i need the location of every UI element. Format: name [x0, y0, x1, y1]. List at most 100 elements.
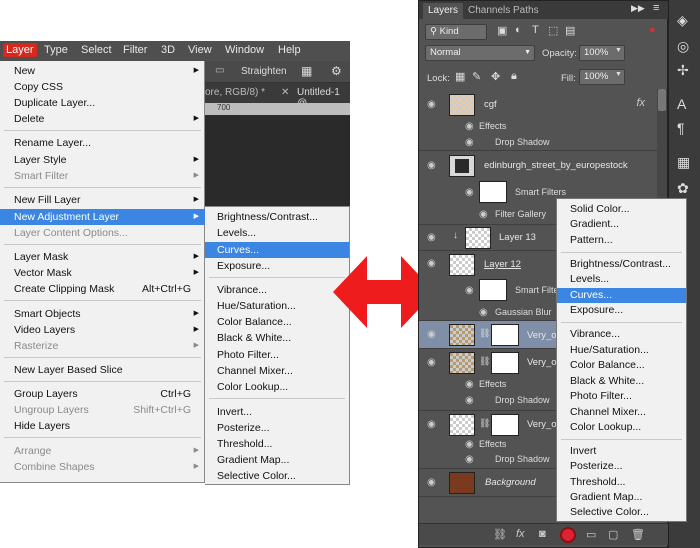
- new-adjustment-layer-icon[interactable]: [560, 527, 576, 543]
- smart-object-filter-icon[interactable]: ▤: [565, 24, 575, 37]
- menu-item-new-adjustment-layer[interactable]: New Adjustment Layer ▶: [0, 209, 205, 225]
- scrollbar-thumb[interactable]: [658, 89, 666, 111]
- chevron-down-icon[interactable]: ▼: [615, 47, 622, 54]
- eye-icon[interactable]: ◉: [465, 121, 474, 132]
- menu-item-new-layer-based-slice[interactable]: New Layer Based Slice: [0, 362, 205, 378]
- new-group-icon[interactable]: ▭: [586, 528, 596, 541]
- menu-item-delete[interactable]: Delete ▶: [0, 111, 205, 127]
- paragraph-icon[interactable]: ¶: [677, 120, 685, 136]
- popup-item-pattern[interactable]: Pattern...: [557, 233, 686, 248]
- eye-icon[interactable]: ◉: [427, 477, 436, 488]
- popup-item-selective-color[interactable]: Selective Color...: [557, 505, 686, 520]
- lock-transparent-icon[interactable]: ▦: [455, 70, 465, 83]
- adjustment-filter-icon[interactable]: ◐: [515, 24, 522, 36]
- smart-filter-mask[interactable]: [479, 181, 507, 203]
- type-filter-icon[interactable]: T: [532, 24, 539, 36]
- popup-item-vibrance[interactable]: Vibrance...: [557, 327, 686, 342]
- popup-item-hue-saturation[interactable]: Hue/Saturation...: [557, 343, 686, 358]
- add-style-icon[interactable]: fx: [516, 528, 525, 540]
- menu-item-create-clipping-mask[interactable]: Create Clipping Mask Alt+Ctrl+G: [0, 281, 205, 297]
- menu-item-rename-layer[interactable]: Rename Layer...: [0, 135, 205, 151]
- layer-row-cgf[interactable]: ◉ cgf fx ◉ Effects ◉ Drop Shadow: [419, 89, 657, 151]
- menu-item-new[interactable]: New ▶: [0, 63, 205, 79]
- popup-item-solid-color[interactable]: Solid Color...: [557, 202, 686, 217]
- menu-help[interactable]: Help: [278, 44, 301, 56]
- lock-pixels-icon[interactable]: ✎: [472, 70, 481, 83]
- lock-position-icon[interactable]: ✥: [491, 70, 500, 83]
- collapse-icon[interactable]: ▶▶: [631, 3, 645, 14]
- menu-item-layer-mask[interactable]: Layer Mask ▶: [0, 249, 205, 265]
- submenu-item-channel-mixer[interactable]: Channel Mixer...: [205, 363, 349, 379]
- eye-icon[interactable]: ◉: [465, 285, 474, 296]
- lock-all-icon[interactable]: 🔒︎: [511, 70, 517, 83]
- menu-3d[interactable]: 3D: [161, 44, 175, 56]
- chevron-down-icon[interactable]: ▼: [615, 71, 622, 78]
- eye-icon[interactable]: ◉: [427, 329, 436, 340]
- link-icon[interactable]: ⛓: [479, 418, 490, 429]
- eye-icon[interactable]: ◉: [465, 137, 474, 148]
- paths-icon[interactable]: ✢: [677, 62, 689, 79]
- kind-filter-select[interactable]: ⚲ Kind: [425, 24, 487, 40]
- menu-item-video-layers[interactable]: Video Layers ▶: [0, 322, 205, 338]
- popup-item-brightness-contrast[interactable]: Brightness/Contrast...: [557, 257, 686, 272]
- panel-menu-icon[interactable]: ≡: [653, 2, 659, 14]
- popup-item-gradient[interactable]: Gradient...: [557, 217, 686, 232]
- menu-item-layer-style[interactable]: Layer Style ▶: [0, 152, 205, 168]
- menu-item-smart-objects[interactable]: Smart Objects ▶: [0, 306, 205, 322]
- submenu-item-selective-color[interactable]: Selective Color...: [205, 468, 349, 484]
- submenu-item-brightness-contrast[interactable]: Brightness/Contrast...: [205, 209, 349, 225]
- character-icon[interactable]: A: [677, 96, 686, 112]
- eye-icon[interactable]: ◉: [427, 258, 436, 269]
- fx-icon[interactable]: fx: [636, 97, 645, 109]
- eye-icon[interactable]: ◉: [465, 454, 474, 465]
- popup-item-photo-filter[interactable]: Photo Filter...: [557, 389, 686, 404]
- submenu-item-gradient-map[interactable]: Gradient Map...: [205, 452, 349, 468]
- filter-toggle-icon[interactable]: ●: [649, 24, 656, 36]
- popup-item-threshold[interactable]: Threshold...: [557, 475, 686, 490]
- layers-icon[interactable]: ◈: [677, 12, 688, 29]
- menu-type[interactable]: Type: [44, 44, 68, 56]
- menu-view[interactable]: View: [188, 44, 212, 56]
- gear-icon[interactable]: ⚙: [331, 64, 342, 78]
- eye-icon[interactable]: ◉: [427, 232, 436, 243]
- popup-item-color-balance[interactable]: Color Balance...: [557, 358, 686, 373]
- submenu-item-vibrance[interactable]: Vibrance...: [205, 282, 349, 298]
- eye-icon[interactable]: ◉: [479, 209, 488, 220]
- menu-select[interactable]: Select: [81, 44, 112, 56]
- popup-item-channel-mixer[interactable]: Channel Mixer...: [557, 405, 686, 420]
- popup-item-curves[interactable]: Curves...: [557, 288, 686, 303]
- new-layer-icon[interactable]: ▢: [608, 528, 618, 541]
- submenu-item-color-balance[interactable]: Color Balance...: [205, 314, 349, 330]
- eye-icon[interactable]: ◉: [465, 379, 474, 390]
- tab-document-1[interactable]: ore, RGB/8) *: [205, 87, 265, 98]
- popup-item-posterize[interactable]: Posterize...: [557, 459, 686, 474]
- pixel-filter-icon[interactable]: ▣: [497, 24, 507, 37]
- eye-icon[interactable]: ◉: [465, 395, 474, 406]
- submenu-item-levels[interactable]: Levels...: [205, 225, 349, 241]
- menu-filter[interactable]: Filter: [123, 44, 147, 56]
- eye-icon[interactable]: ◉: [427, 160, 436, 171]
- popup-item-gradient-map[interactable]: Gradient Map...: [557, 490, 686, 505]
- link-layers-icon[interactable]: ⛓: [493, 528, 507, 541]
- add-mask-icon[interactable]: ◙: [539, 528, 546, 540]
- menu-item-hide-layers[interactable]: Hide Layers: [0, 418, 205, 434]
- menu-item-duplicate-layer[interactable]: Duplicate Layer...: [0, 95, 205, 111]
- channels-icon[interactable]: ◎: [677, 38, 689, 55]
- tab-paths[interactable]: Paths: [508, 3, 544, 19]
- menu-item-copy-css[interactable]: Copy CSS: [0, 79, 205, 95]
- menu-item-vector-mask[interactable]: Vector Mask ▶: [0, 265, 205, 281]
- link-icon[interactable]: ⛓: [479, 328, 490, 339]
- eye-icon[interactable]: ◉: [465, 187, 474, 198]
- submenu-item-invert[interactable]: Invert...: [205, 404, 349, 420]
- submenu-item-black-white[interactable]: Black & White...: [205, 330, 349, 346]
- eye-icon[interactable]: ◉: [427, 99, 436, 110]
- menu-layer[interactable]: Layer: [3, 43, 37, 57]
- eye-icon[interactable]: ◉: [479, 307, 488, 318]
- color-palette-icon[interactable]: ✿: [677, 180, 689, 197]
- eye-icon[interactable]: ◉: [427, 419, 436, 430]
- submenu-item-color-lookup[interactable]: Color Lookup...: [205, 379, 349, 395]
- eye-icon[interactable]: ◉: [465, 439, 474, 450]
- shape-filter-icon[interactable]: ⬚: [548, 24, 558, 37]
- menu-item-new-fill-layer[interactable]: New Fill Layer ▶: [0, 192, 205, 208]
- popup-item-exposure[interactable]: Exposure...: [557, 303, 686, 318]
